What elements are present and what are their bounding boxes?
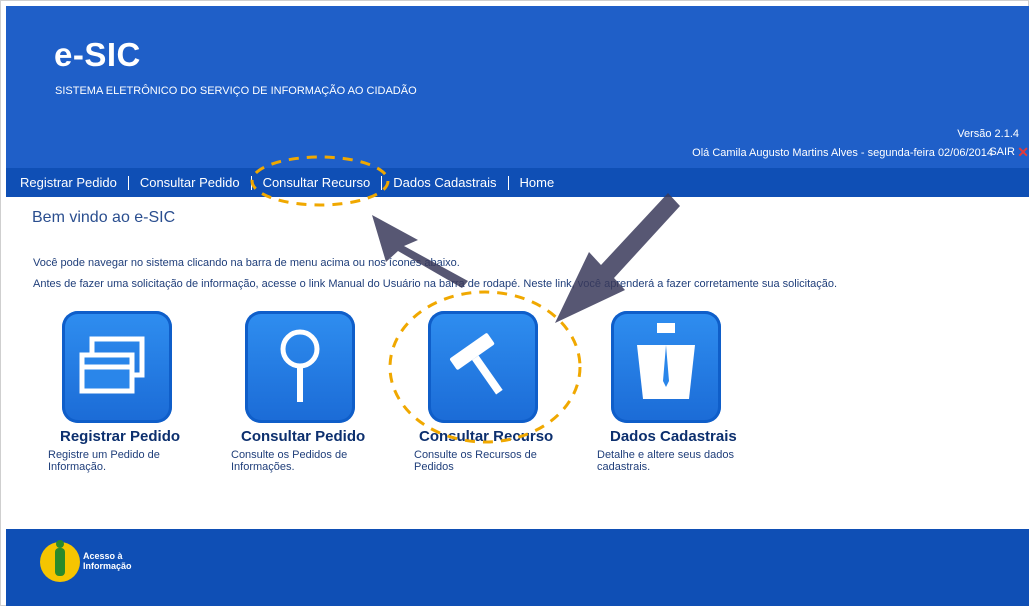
menu-item-consultar-pedido[interactable]: Consultar Pedido xyxy=(140,175,240,190)
card-title[interactable]: Registrar Pedido xyxy=(60,428,180,445)
menu-bar: Registrar Pedido Consultar Pedido Consul… xyxy=(6,168,1029,197)
person-suit-icon[interactable] xyxy=(611,311,721,423)
card-description: Registre um Pedido de Informação. xyxy=(48,449,160,473)
logout-link[interactable]: SAIR xyxy=(989,146,1015,158)
main-content: Bem vindo ao e-SIC Você pode navegar no … xyxy=(6,197,1029,529)
card-title[interactable]: Dados Cadastrais xyxy=(610,428,737,445)
menu-separator xyxy=(127,175,129,190)
page: e-SIC SISTEMA ELETRÔNICO DO SERVIÇO DE I… xyxy=(0,0,1029,606)
version-text: Versão 2.1.4 xyxy=(957,128,1019,140)
menu-item-home[interactable]: Home xyxy=(520,175,555,190)
magnifier-icon[interactable] xyxy=(245,311,355,423)
card-description: Detalhe e altere seus dados cadastrais. xyxy=(597,449,734,473)
logout-icon[interactable]: ✕ xyxy=(1017,144,1029,161)
main-menu: Registrar Pedido Consultar Pedido Consul… xyxy=(20,175,554,190)
menu-separator xyxy=(250,175,252,190)
menu-item-registrar-pedido[interactable]: Registrar Pedido xyxy=(20,175,117,190)
page-title: Bem vindo ao e-SIC xyxy=(32,209,176,226)
card-title[interactable]: Consultar Recurso xyxy=(419,428,553,445)
menu-separator xyxy=(507,175,509,190)
menu-item-dados-cadastrais[interactable]: Dados Cadastrais xyxy=(393,175,496,190)
info-text-1: Você pode navegar no sistema clicando na… xyxy=(33,257,460,269)
header: e-SIC SISTEMA ELETRÔNICO DO SERVIÇO DE I… xyxy=(6,6,1029,168)
card-description: Consulte os Pedidos de Informações. xyxy=(231,449,348,473)
gavel-icon[interactable] xyxy=(428,311,538,423)
menu-item-consultar-recurso[interactable]: Consultar Recurso xyxy=(263,175,371,190)
card-title[interactable]: Consultar Pedido xyxy=(241,428,365,445)
acesso-informacao-label[interactable]: Acesso à Informação xyxy=(83,551,132,571)
app-logo: e-SIC xyxy=(54,36,141,73)
info-glyph xyxy=(55,540,65,576)
footer: Acesso à Informação xyxy=(6,529,1029,606)
app-subtitle: SISTEMA ELETRÔNICO DO SERVIÇO DE INFORMA… xyxy=(55,85,417,97)
windows-icon[interactable] xyxy=(62,311,172,423)
user-greeting: Olá Camila Augusto Martins Alves - segun… xyxy=(692,147,993,159)
acesso-informacao-icon[interactable] xyxy=(40,540,80,582)
menu-separator xyxy=(381,175,383,190)
card-description: Consulte os Recursos de Pedidos xyxy=(414,449,537,473)
info-text-2: Antes de fazer uma solicitação de inform… xyxy=(33,278,838,290)
